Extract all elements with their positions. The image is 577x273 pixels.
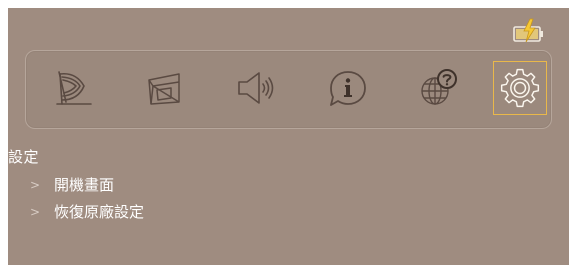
settings-button[interactable] bbox=[493, 61, 547, 115]
info-icon bbox=[330, 71, 366, 106]
chevron-right-icon: > bbox=[30, 205, 41, 219]
info-button[interactable] bbox=[321, 61, 375, 115]
chevron-right-icon: > bbox=[30, 178, 41, 192]
device-screen: 設定 > 開機畫面 > 恢復原廠設定 bbox=[8, 8, 569, 265]
sound-icon bbox=[238, 72, 274, 104]
sound-button[interactable] bbox=[230, 61, 284, 115]
menu-title: 設定 bbox=[8, 148, 40, 166]
battery-charging-icon bbox=[512, 18, 548, 44]
perspective-button[interactable] bbox=[138, 61, 192, 115]
language-button[interactable] bbox=[412, 61, 466, 115]
menu-item-boot-screen[interactable]: > 開機畫面 bbox=[30, 176, 114, 194]
display-mode-icon bbox=[56, 71, 92, 105]
language-icon bbox=[421, 69, 457, 105]
menu-item-label: 恢復原廠設定 bbox=[54, 203, 145, 221]
menu-item-factory-reset[interactable]: > 恢復原廠設定 bbox=[30, 203, 144, 221]
menu-item-label: 開機畫面 bbox=[54, 176, 115, 194]
icon-toolbar bbox=[25, 50, 552, 129]
display-mode-button[interactable] bbox=[47, 61, 101, 115]
settings-gear-icon bbox=[500, 68, 540, 108]
perspective-icon bbox=[148, 73, 180, 105]
